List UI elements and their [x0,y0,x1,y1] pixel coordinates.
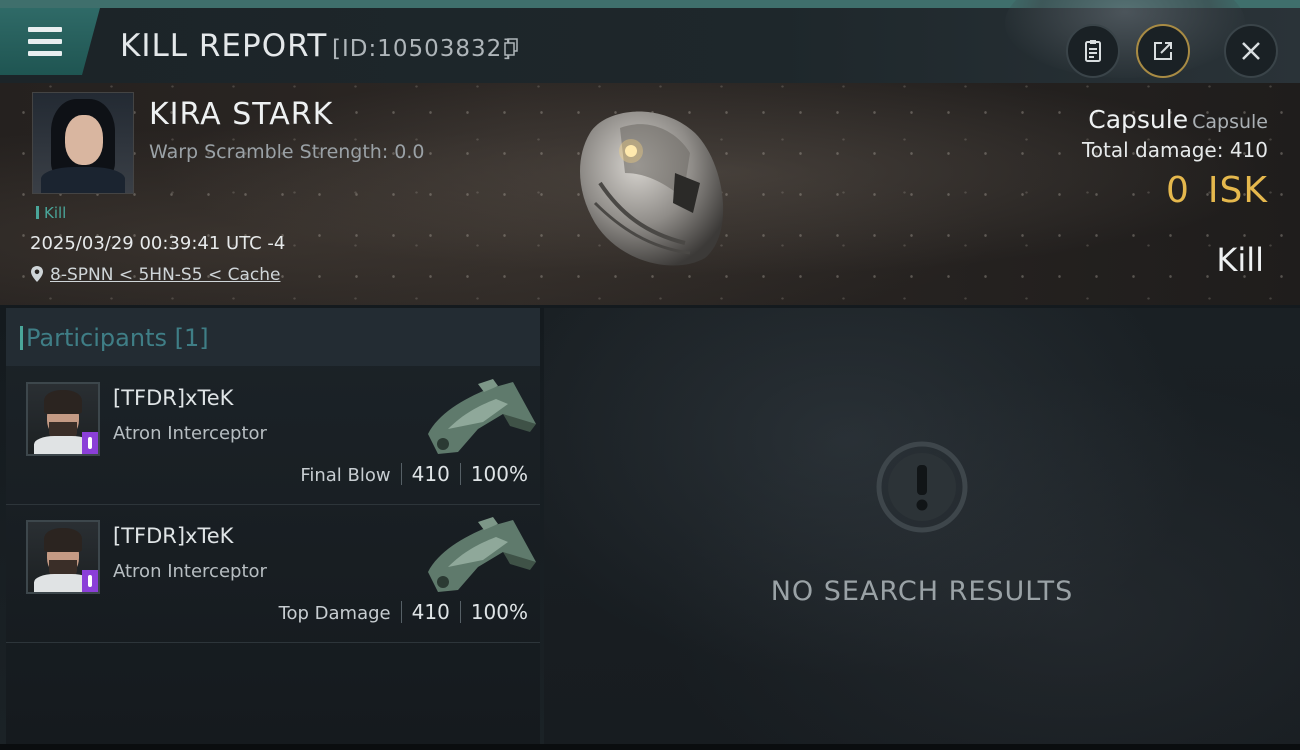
participant-name: [TFDR]xTeK [113,524,234,548]
location-link[interactable]: 8-SPNN < 5HN-S5 < Cache [50,265,280,285]
participant-ship: Atron Interceptor [113,561,267,582]
menu-button[interactable] [0,8,100,75]
participant-ship: Atron Interceptor [113,423,267,444]
participant-row[interactable]: [TFDR]xTeK Atron Interceptor Top Damage 4… [6,504,540,643]
ship-type: Capsule [1192,111,1268,133]
participant-role: Top Damage [278,603,391,624]
clipboard-button[interactable] [1066,24,1120,78]
participant-role: Final Blow [300,465,391,486]
exclamation-icon [876,441,968,533]
kill-datetime: 2025/03/29 00:39:41 UTC -4 [30,233,286,254]
corp-badge-icon [82,570,98,592]
no-results-text: NO SEARCH RESULTS [770,576,1074,607]
ship-name: Capsule [1088,105,1189,134]
participant-damage: 410 [411,462,450,486]
participant-stats: Final Blow 410 100% [300,462,528,486]
total-damage: Total damage: 410 [1082,138,1268,162]
kill-tag: Kill [36,204,66,222]
participants-title: Participants [1] [20,324,209,352]
total-damage-value: 410 [1229,138,1268,162]
participant-name: [TFDR]xTeK [113,386,234,410]
kill-location[interactable]: 8-SPNN < 5HN-S5 < Cache [30,265,280,285]
kill-report-window: KILL REPORT [ID:10503832] KIRA STARK War… [0,0,1300,750]
share-button[interactable] [1136,24,1190,78]
atron-interceptor-image [428,517,536,592]
participant-damage: 410 [411,600,450,624]
kill-summary: Capsule Capsule Total damage: 410 0 ISK [1082,105,1268,211]
isk-value: 0 ISK [1082,170,1268,211]
results-panel: NO SEARCH RESULTS [544,308,1300,744]
participants-label: Participants [26,324,167,352]
participant-avatar[interactable] [26,382,100,456]
participant-stats: Top Damage 410 100% [279,600,528,624]
warp-scramble-strength: Warp Scramble Strength: 0.0 [149,141,425,163]
participant-row[interactable]: [TFDR]xTeK Atron Interceptor Final Blow 4… [6,366,540,505]
copy-icon[interactable] [504,38,518,56]
participant-avatar[interactable] [26,520,100,594]
participants-header: Participants [1] [6,308,540,366]
location-pin-icon [31,266,43,282]
share-icon [1154,42,1172,60]
victim-avatar[interactable] [32,92,134,194]
kill-result: Kill [1216,241,1264,279]
victim-ship[interactable]: Capsule Capsule [1082,105,1268,134]
participant-percent: 100% [470,600,528,624]
isk-amount: 0 [1166,170,1190,211]
corp-badge-icon [82,432,98,454]
clipboard-icon [1085,40,1101,62]
victim-name[interactable]: KIRA STARK [149,97,333,132]
planet-decoration [1005,0,1245,78]
participants-count: [1] [174,324,209,352]
atron-interceptor-image [428,379,536,454]
victim-hero: KIRA STARK Warp Scramble Strength: 0.0 K… [0,83,1300,305]
bottom-strip [0,744,1300,750]
capsule-ship-image [579,111,724,266]
kill-id: [ID:10503832] [332,36,513,62]
participants-panel: Participants [1] [TFDR]xTeK Atron Interc… [6,308,540,744]
close-button[interactable] [1224,24,1278,78]
close-icon [1242,42,1260,60]
participant-percent: 100% [470,462,528,486]
header-bar: KILL REPORT [ID:10503832] [0,0,1300,83]
isk-unit: ISK [1207,170,1268,211]
total-damage-label: Total damage: [1081,138,1224,162]
page-title: KILL REPORT [120,28,328,64]
